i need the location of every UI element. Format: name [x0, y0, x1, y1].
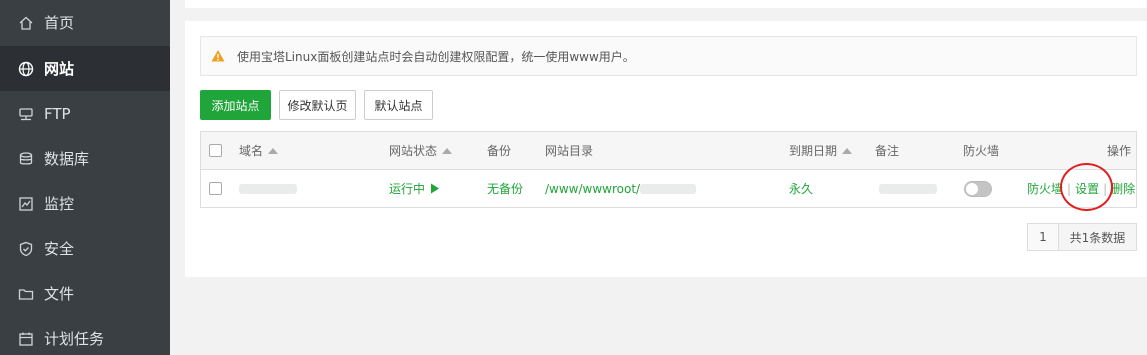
header-expiry-label: 到期日期 — [789, 144, 838, 158]
add-site-button[interactable]: 添加站点 — [200, 90, 271, 120]
domain-link[interactable] — [239, 170, 297, 207]
sidebar-item-cron[interactable]: 计划任务 — [0, 316, 170, 355]
notice-text: 使用宝塔Linux面板创建站点时会自动创建权限配置，统一使用www用户。 — [237, 49, 635, 64]
sidebar-item-ftp[interactable]: FTP — [0, 91, 170, 136]
sidebar-item-monitor[interactable]: 监控 — [0, 181, 170, 226]
delete-action-link[interactable]: 删除 — [1111, 180, 1135, 197]
highlight-circle — [1060, 163, 1113, 211]
sidebar-item-security[interactable]: 安全 — [0, 226, 170, 271]
table-header: 域名 网站状态 备份 网站目录 到期日期 备注 防火墙 操作 — [201, 132, 1136, 170]
redacted-directory — [640, 183, 697, 194]
header-expiry[interactable]: 到期日期 — [789, 132, 853, 169]
pagination-total: 共1条数据 — [1058, 223, 1137, 251]
sidebar-item-label: 计划任务 — [44, 330, 105, 348]
sidebar-item-label: 网站 — [44, 60, 75, 78]
sidebar-item-files[interactable]: 文件 — [0, 271, 170, 316]
pagination-page[interactable]: 1 — [1027, 223, 1059, 251]
sidebar-item-database[interactable]: 数据库 — [0, 136, 170, 181]
directory-link[interactable]: /www/wwwroot/ — [545, 170, 697, 207]
site-panel: 使用宝塔Linux面板创建站点时会自动创建权限配置，统一使用www用户。 添加站… — [185, 21, 1147, 277]
calendar-icon — [18, 331, 34, 347]
directory-text: /www/wwwroot/ — [545, 181, 641, 196]
monitor-chart-icon — [18, 196, 34, 212]
header-backup: 备份 — [487, 144, 512, 158]
header-firewall: 防火墙 — [963, 144, 1000, 158]
sort-asc-icon — [842, 147, 853, 154]
expiry-link[interactable]: 永久 — [789, 170, 813, 207]
header-status-label: 网站状态 — [389, 144, 438, 158]
edit-default-page-button[interactable]: 修改默认页 — [279, 90, 356, 120]
redacted-note — [879, 183, 937, 194]
sort-asc-icon — [442, 147, 453, 154]
sidebar-item-label: 监控 — [44, 195, 75, 213]
toggle-switch[interactable] — [964, 180, 992, 197]
sidebar-item-label: 首页 — [44, 14, 75, 32]
play-icon — [431, 183, 440, 194]
sidebar-item-label: FTP — [44, 104, 71, 123]
sort-asc-icon — [268, 147, 279, 154]
status-text: 运行中 — [389, 182, 426, 196]
header-actions: 操作 — [1107, 144, 1132, 158]
shield-icon — [18, 241, 34, 257]
header-status[interactable]: 网站状态 — [389, 132, 453, 169]
status-toggle[interactable]: 运行中 — [389, 170, 440, 207]
redacted-domain — [239, 183, 297, 194]
sidebar-item-home[interactable]: 首页 — [0, 0, 170, 45]
folder-icon — [18, 286, 34, 302]
table-row: 运行中 无备份 /www/wwwroot/ 永久 防火墙 | 设置 | 删除 — [201, 170, 1136, 207]
sidebar-item-website[interactable]: 网站 — [0, 46, 170, 91]
select-all-checkbox[interactable] — [209, 132, 222, 169]
home-icon — [18, 15, 34, 31]
sites-table: 域名 网站状态 备份 网站目录 到期日期 备注 防火墙 操作 运行中 无备份 /… — [200, 131, 1137, 208]
ftp-icon — [18, 106, 34, 122]
top-panel — [185, 0, 1147, 8]
notice-bar: 使用宝塔Linux面板创建站点时会自动创建权限配置，统一使用www用户。 — [200, 36, 1137, 76]
header-domain-label: 域名 — [239, 144, 264, 158]
header-note: 备注 — [875, 144, 900, 158]
globe-icon — [18, 61, 34, 77]
database-icon — [18, 151, 34, 167]
header-domain[interactable]: 域名 — [239, 132, 279, 169]
sidebar: 首页 网站 FTP 数据库 监控 安全 文件 计划任务 — [0, 0, 170, 355]
firewall-action-link[interactable]: 防火墙 — [1027, 180, 1063, 197]
sidebar-item-label: 数据库 — [44, 150, 90, 168]
firewall-switch[interactable] — [964, 170, 992, 207]
warning-icon — [211, 49, 225, 63]
header-directory: 网站目录 — [545, 144, 594, 158]
default-site-button[interactable]: 默认站点 — [364, 90, 433, 120]
row-checkbox[interactable] — [209, 170, 222, 207]
note-field[interactable] — [879, 170, 937, 207]
sidebar-item-label: 文件 — [44, 285, 75, 303]
sidebar-item-label: 安全 — [44, 240, 75, 258]
backup-link[interactable]: 无备份 — [487, 170, 523, 207]
